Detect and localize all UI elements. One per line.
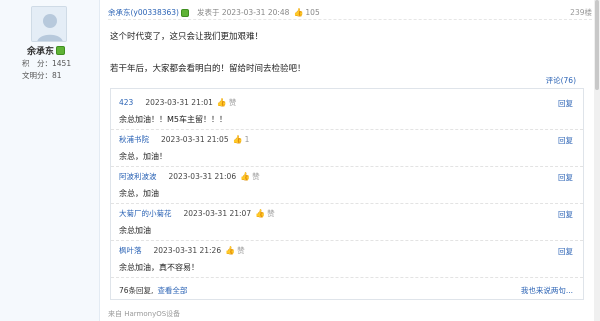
reply-button[interactable]: 回复 [558,135,573,146]
post-content-line: 这个时代变了，这只会让我们更加艰难！ [110,32,264,42]
reply-button[interactable]: 回复 [558,172,573,183]
reply-footer: 76条回复, 查看全部 我也来说两句... [119,285,573,296]
civility-label: 文明分 [22,71,45,80]
reply-like-label[interactable]: 赞 [252,171,260,182]
user-sidebar: 余承东 积 分：1451 文明分：81 [0,0,100,321]
verified-badge-icon [180,8,189,17]
reply-list: 423 2023-03-31 21:01 👍 赞 回复 余总加油！！M5车主留！… [110,88,584,300]
thumbs-up-icon[interactable]: 👍 [217,98,227,107]
reply-like-label[interactable]: 赞 [267,208,275,219]
reply-item: 枫叶落 2023-03-31 21:26 👍 赞 回复 余总加油，真不容易！ [111,241,583,278]
scrollbar[interactable] [594,0,600,321]
avatar[interactable] [31,6,67,42]
floor-number: 239楼 [570,8,592,17]
reply-text: 余总加油，真不容易！ [119,263,199,272]
post-header: 余承东(y00338363) 发表于 2023-03-31 20:48 👍 10… [108,6,592,20]
points-stat: 积 分：1451 [22,59,72,68]
reply-count: 76条回复, [119,286,154,295]
thumbs-up-icon[interactable]: 👍 [225,246,235,255]
device-source: 来自 HarmonyOS设备 [108,310,181,318]
reply-user-link[interactable]: 秋浦书院 [119,134,149,145]
add-reply-link[interactable]: 我也来说两句... [521,285,573,296]
post-like-count: 105 [305,8,320,17]
reply-like-label[interactable]: 赞 [237,245,245,256]
reply-text: 余总加油 [119,226,151,235]
reply-time: 2023-03-31 21:26 [153,246,222,255]
reply-time: 2023-03-31 21:06 [168,172,237,181]
post-author-link[interactable]: 余承东(y00338363) [108,7,179,18]
reply-user-link[interactable]: 大菊厂的小菊花 [119,208,172,219]
thumbs-up-icon[interactable]: 👍 [293,8,303,17]
reply-time: 2023-03-31 21:05 [161,135,229,144]
username[interactable]: 余承东 [27,44,54,57]
reply-item: 秋浦书院 2023-03-31 21:05 👍 1 回复 余总，加油！ [111,130,583,167]
reply-text: 余总，加油！ [119,152,167,161]
reply-button[interactable]: 回复 [558,246,573,257]
reply-item: 423 2023-03-31 21:01 👍 赞 回复 余总加油！！M5车主留！… [111,93,583,130]
reply-user-link[interactable]: 423 [119,98,133,107]
reply-item: 大菊厂的小菊花 2023-03-31 21:07 👍 赞 回复 余总加油 [111,204,583,241]
points-label: 积 分 [22,59,45,68]
reply-time: 2023-03-31 21:01 [145,98,213,107]
civility-stat: 文明分：81 [22,71,62,80]
comments-link[interactable]: 评论(76) [546,75,576,86]
reply-button[interactable]: 回复 [558,98,573,109]
points-value: 1451 [52,59,72,68]
view-all-link[interactable]: 查看全部 [157,285,187,296]
reply-like-label[interactable]: 1 [245,135,250,144]
reply-user-link[interactable]: 阿波利波波 [119,171,157,182]
verified-badge-icon [56,46,66,55]
reply-time: 2023-03-31 21:07 [183,209,252,218]
civility-value: 81 [52,71,62,80]
scrollbar-thumb[interactable] [595,0,599,90]
reply-user-link[interactable]: 枫叶落 [119,245,142,256]
post-time: 发表于 2023-03-31 20:48 [196,8,290,17]
reply-button[interactable]: 回复 [558,209,573,220]
reply-text: 余总，加油 [119,189,159,198]
reply-like-label[interactable]: 赞 [229,97,237,108]
reply-item: 阿波利波波 2023-03-31 21:06 👍 赞 回复 余总，加油 [111,167,583,204]
thumbs-up-icon[interactable]: 👍 [240,172,250,181]
post-content-line: 若干年后，大家都会看明白的！留给时间去检验吧！ [110,64,306,74]
reply-text: 余总加油！！M5车主留！！！ [119,115,227,124]
thumbs-up-icon[interactable]: 👍 [255,209,265,218]
thumbs-up-icon[interactable]: 👍 [233,135,243,144]
